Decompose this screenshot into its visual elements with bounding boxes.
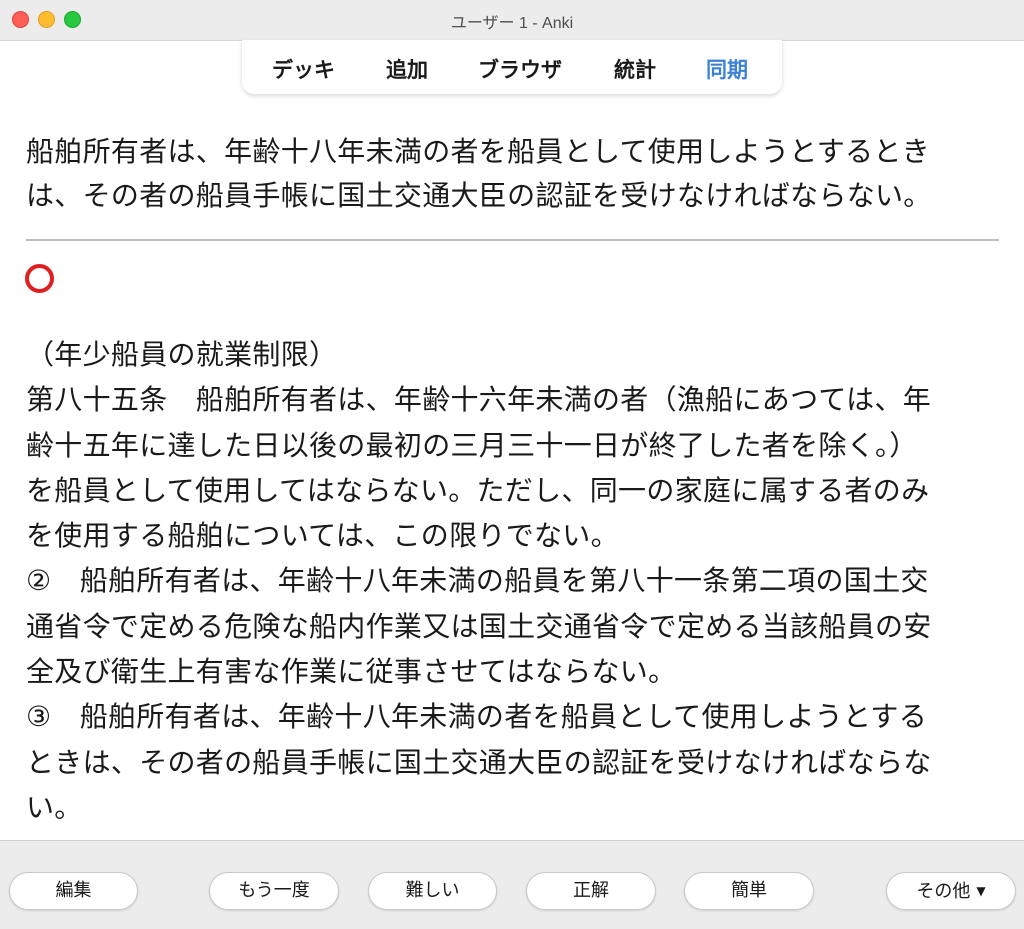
answer-line: ③ 船舶所有者は、年齢十八年未満の者を船員として使用しようとする <box>26 700 928 734</box>
answer-line: を船員として使用してはならない。ただし、同一の家庭に属する者のみ <box>26 473 930 507</box>
answer-divider <box>26 239 999 241</box>
toolbar-add[interactable]: 追加 <box>386 54 428 84</box>
more-button[interactable]: その他 ▼ <box>886 872 1016 910</box>
answer-line: ときは、その者の船員手帳に国土交通大臣の認証を受けなければならな <box>26 745 932 779</box>
red-circle-icon <box>25 264 54 293</box>
easy-button[interactable]: 簡単 <box>684 872 814 910</box>
answer-line: 第八十五条 船舶所有者は、年齢十六年未満の者（漁船にあつては、年 <box>26 383 932 417</box>
hard-button[interactable]: 難しい <box>368 872 497 910</box>
review-bottom-bar: 編集 もう一度 難しい 正解 簡単 その他 ▼ <box>0 840 1024 929</box>
question-text: 船舶所有者は、年齢十八年未満の者を船員として使用しようとするとき は、その者の船… <box>26 130 1001 218</box>
again-button[interactable]: もう一度 <box>209 872 339 910</box>
answer-line: ② 船舶所有者は、年齢十八年未満の船員を第八十一条第二項の国土交 <box>26 564 929 598</box>
caret-down-icon: ▼ <box>976 884 986 898</box>
more-button-label: その他 <box>916 881 971 902</box>
answer-line: い。 <box>26 790 83 824</box>
toolbar-stats[interactable]: 統計 <box>614 54 656 84</box>
answer-line: 通省令で定める危険な船内作業又は国土交通省令で定める当該船員の安 <box>26 609 932 643</box>
card-question: 船舶所有者は、年齢十八年未満の者を船員として使用しようとするとき は、その者の船… <box>26 130 1001 218</box>
question-line: 船舶所有者は、年齢十八年未満の者を船員として使用しようとするとき <box>26 135 930 168</box>
good-button[interactable]: 正解 <box>526 872 656 910</box>
card-answer: （年少船員の就業制限） 第八十五条 船舶所有者は、年齢十六年未満の者（漁船にあつ… <box>26 332 1001 830</box>
question-line: は、その者の船員手帳に国土交通大臣の認証を受けなければならない。 <box>26 179 932 212</box>
answer-line: 齢十五年に達した日以後の最初の三月三十一日が終了した者を除く。） <box>26 428 918 462</box>
toolbar-browse[interactable]: ブラウザ <box>478 54 562 84</box>
toolbar-decks[interactable]: デッキ <box>272 54 335 84</box>
edit-button[interactable]: 編集 <box>9 872 138 910</box>
answer-line: を使用する船舶については、この限りでない。 <box>26 519 619 553</box>
title-bar: ユーザー 1 - Anki <box>0 0 1024 41</box>
toolbar-sync[interactable]: 同期 <box>706 54 748 84</box>
window-title: ユーザー 1 - Anki <box>450 15 574 32</box>
answer-line: （年少船員の就業制限） <box>26 338 338 371</box>
main-toolbar: デッキ 追加 ブラウザ 統計 同期 <box>242 40 782 94</box>
answer-line: 全及び衛生上有害な作業に従事させてはならない。 <box>26 655 677 689</box>
